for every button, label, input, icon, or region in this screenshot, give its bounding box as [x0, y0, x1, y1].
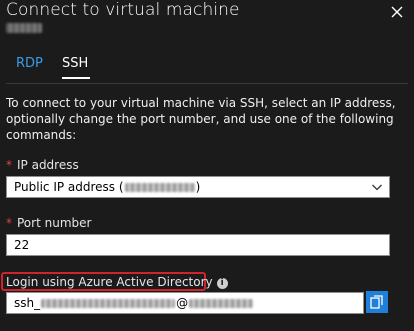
ssh-command-prefix: ssh_: [14, 296, 41, 310]
close-button[interactable]: [388, 3, 406, 21]
ip-address-selected-value: Public IP address (): [14, 177, 200, 197]
instructions-text: To connect to your virtual machine via S…: [6, 96, 396, 142]
aad-login-label-text: Login using Azure Active Directory: [6, 275, 213, 289]
port-number-label-text: Port number: [17, 216, 92, 230]
tab-rdp[interactable]: RDP: [16, 56, 43, 77]
required-mark: *: [6, 216, 12, 230]
ip-address-label: * IP address: [6, 158, 79, 172]
command-redacted-1: [41, 299, 176, 308]
copy-button[interactable]: [366, 291, 388, 313]
command-redacted-2: [189, 299, 254, 308]
close-icon: [391, 6, 403, 18]
port-number-input[interactable]: 22: [6, 234, 390, 256]
ip-value-prefix: Public IP address (: [14, 180, 124, 194]
page-title: Connect to virtual machine: [6, 0, 240, 20]
tab-bar: RDP SSH: [0, 50, 414, 82]
tab-divider: [6, 83, 408, 84]
port-number-label: * Port number: [6, 216, 91, 230]
ip-redacted: [124, 183, 195, 192]
ip-address-select[interactable]: Public IP address (): [6, 176, 390, 198]
vm-name-redacted: [6, 23, 42, 33]
info-icon[interactable]: i: [216, 278, 228, 289]
required-mark: *: [6, 158, 12, 172]
ssh-command-field[interactable]: ssh_ @: [6, 292, 364, 314]
tab-ssh[interactable]: SSH: [62, 56, 91, 79]
aad-login-label: Login using Azure Active Directory i: [6, 275, 228, 289]
chevron-down-icon: [372, 184, 382, 191]
ip-address-label-text: IP address: [17, 158, 79, 172]
copy-icon: [370, 295, 383, 309]
ip-value-suffix: ): [195, 180, 201, 194]
ssh-command-value: ssh_ @: [14, 293, 254, 313]
ssh-command-at: @: [176, 296, 189, 310]
port-number-value: 22: [14, 238, 30, 252]
